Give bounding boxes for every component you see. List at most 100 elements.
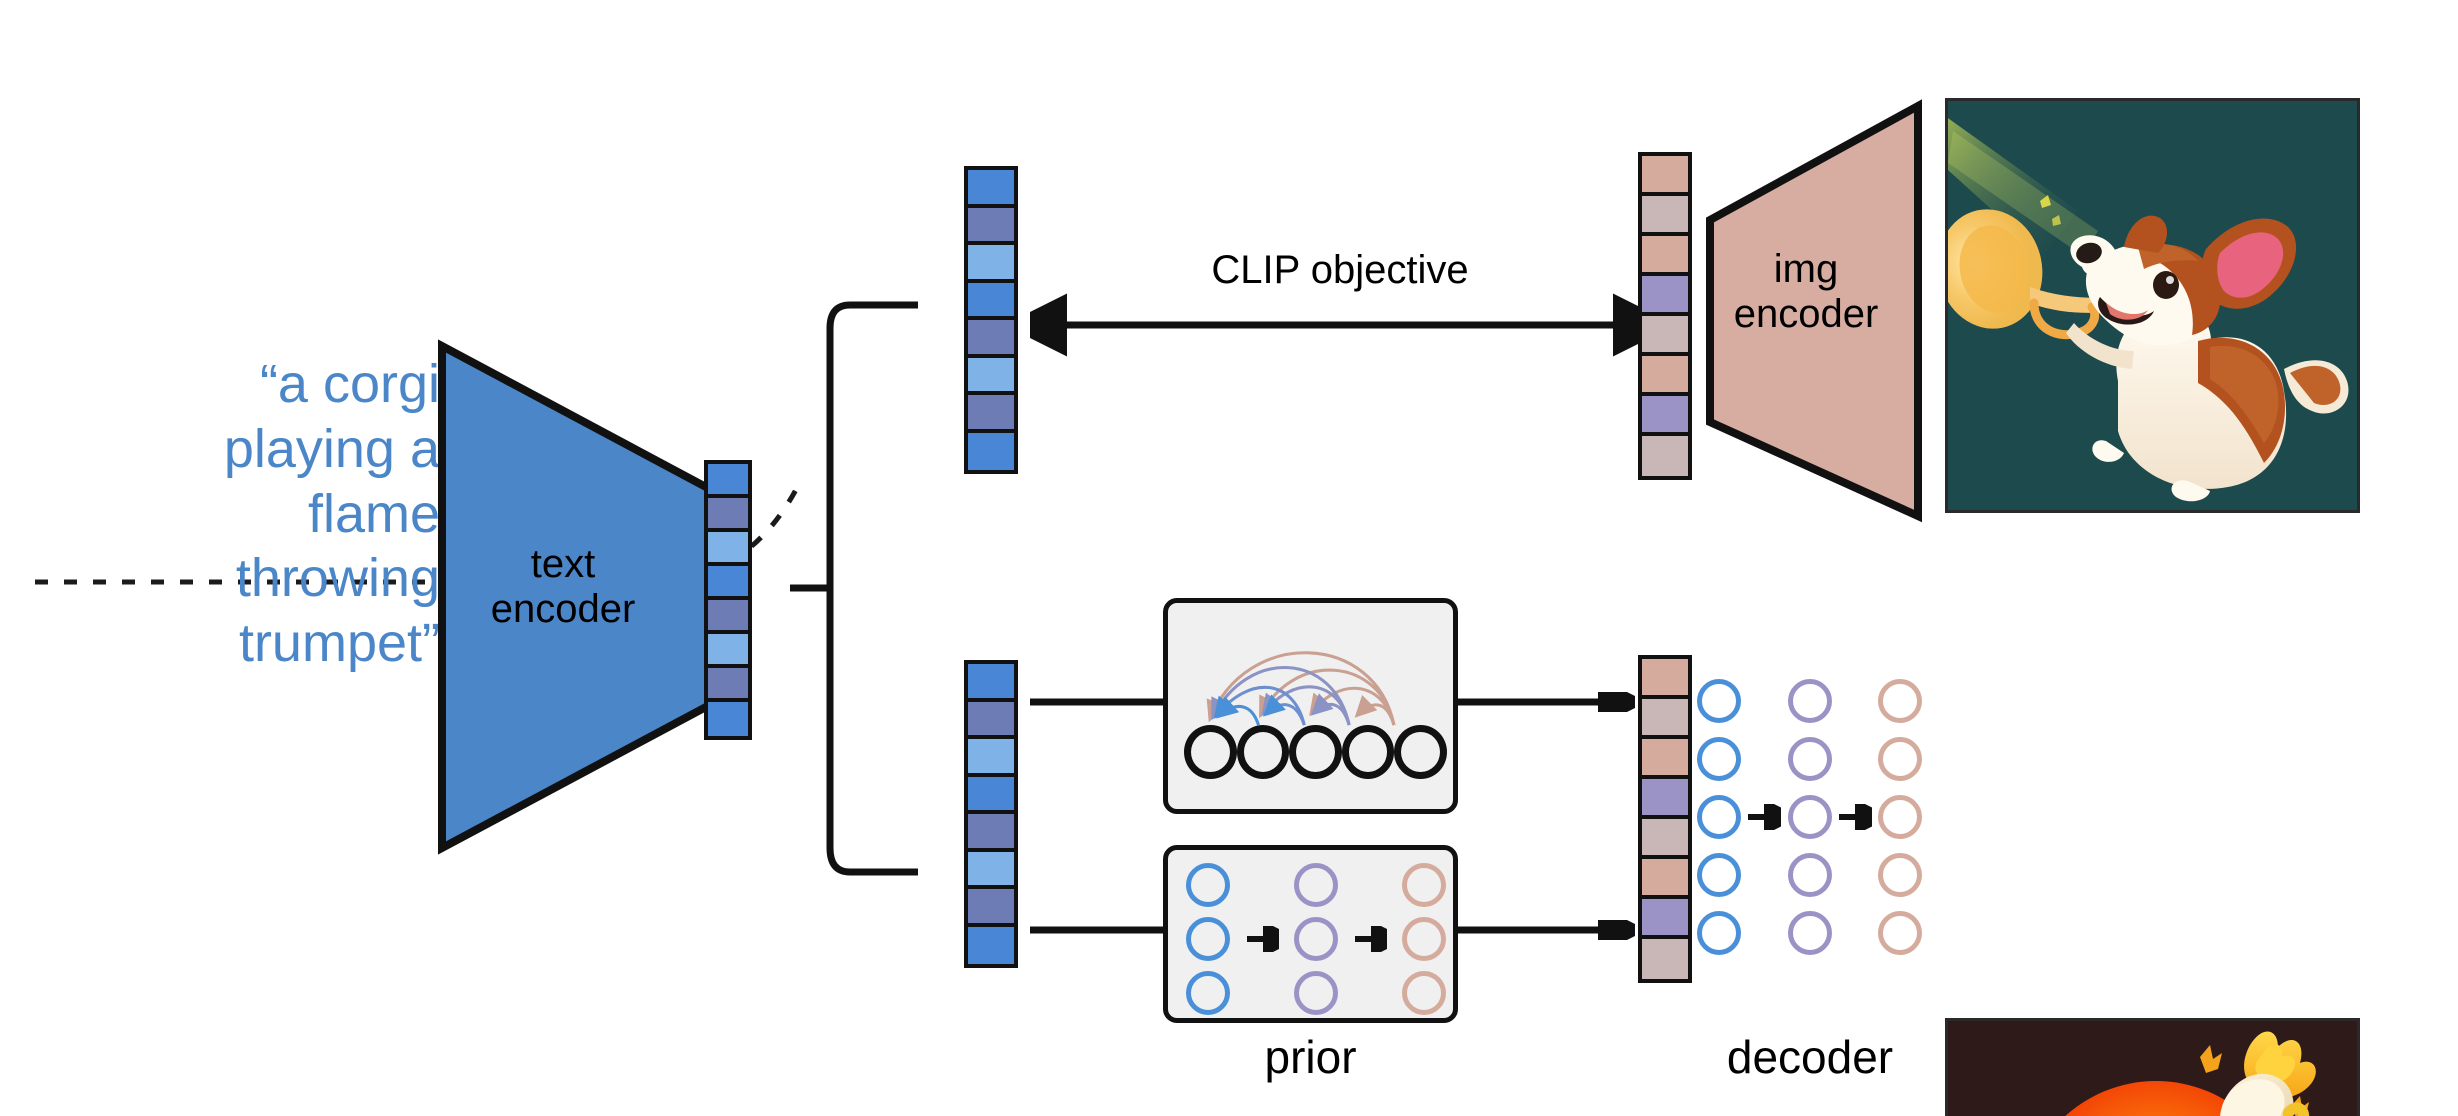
diagram-canvas: “a corgi playing a flame throwing trumpe… xyxy=(0,0,2458,1116)
decoder-caption: decoder xyxy=(1726,1031,1894,1083)
text-encoder-shape xyxy=(438,339,738,855)
diffusion-node xyxy=(1186,917,1230,961)
embed-cell xyxy=(708,464,748,498)
embed-cell xyxy=(968,320,1014,358)
diffusion-prior-box xyxy=(1163,845,1458,1023)
decoder-node xyxy=(1787,853,1832,897)
decoder-arrow-2 xyxy=(1838,804,1872,830)
embed-cell xyxy=(1642,196,1688,236)
diffusion-prior-column-3 xyxy=(1402,863,1446,1015)
ar-node xyxy=(1236,725,1290,779)
prior-diff-output-arrow xyxy=(1455,920,1635,940)
prompt-text: “a corgi playing a flame throwing trumpe… xyxy=(223,354,440,674)
embed-cell xyxy=(1642,356,1688,396)
decoder-node xyxy=(1878,679,1922,723)
embed-cell xyxy=(1642,859,1688,899)
embed-cell xyxy=(968,701,1014,739)
decoder-node xyxy=(1787,737,1832,781)
ar-node xyxy=(1184,725,1237,779)
ar-node xyxy=(1394,725,1447,779)
clip-image-embedding-column xyxy=(1638,152,1692,480)
embed-cell xyxy=(1642,779,1688,819)
decoder-node xyxy=(1878,853,1922,897)
embed-cell xyxy=(1642,316,1688,356)
embed-cell xyxy=(708,498,748,532)
embed-cell xyxy=(708,668,748,702)
diffusion-node xyxy=(1402,863,1446,907)
generated-image xyxy=(1945,1018,2360,1116)
clip-text-embedding-column xyxy=(964,166,1018,474)
embed-cell xyxy=(1642,276,1688,316)
decoder-node xyxy=(1878,911,1922,955)
embed-cell xyxy=(968,664,1014,702)
decoder-node xyxy=(1697,795,1741,839)
decoder-column-2 xyxy=(1787,679,1832,955)
embed-cell xyxy=(968,207,1014,245)
clip-training-image-art xyxy=(1948,101,2357,510)
diffusion-node xyxy=(1186,971,1230,1015)
decoder-arrow-1 xyxy=(1748,804,1782,830)
embed-cell xyxy=(1642,236,1688,276)
diffusion-prior-grid xyxy=(1186,863,1446,1015)
decoder-node xyxy=(1697,911,1741,955)
embed-cell xyxy=(968,432,1014,470)
embed-cell xyxy=(1642,659,1688,699)
diffusion-node xyxy=(1402,917,1446,961)
embed-cell xyxy=(1642,396,1688,436)
clip-objective-label: CLIP objective xyxy=(1211,248,1469,292)
autoregressive-prior-box xyxy=(1163,598,1458,814)
decoder-input-embedding-column xyxy=(1638,655,1692,983)
embed-cell xyxy=(968,395,1014,433)
decoder-column-1 xyxy=(1697,679,1741,955)
embed-cell xyxy=(968,245,1014,283)
diffusion-prior-column-1 xyxy=(1186,863,1230,1015)
diffusion-prior-column-2 xyxy=(1294,863,1338,1015)
diffusion-node xyxy=(1294,863,1338,907)
embed-cell xyxy=(968,814,1014,852)
embed-cell xyxy=(968,739,1014,777)
prior-ar-output-arrow xyxy=(1455,692,1635,712)
decoder-node xyxy=(1787,911,1832,955)
embed-cell xyxy=(968,776,1014,814)
embed-cell xyxy=(708,634,748,668)
clip-objective-arrow xyxy=(1030,293,1650,357)
embed-cell xyxy=(968,170,1014,208)
decoder-node xyxy=(1878,737,1922,781)
decoder-node xyxy=(1787,679,1832,723)
embed-cell xyxy=(1642,699,1688,739)
diffusion-arrow-1 xyxy=(1247,926,1279,952)
decoder-node xyxy=(1787,795,1832,839)
embed-cell xyxy=(708,702,748,736)
decoder-node xyxy=(1697,737,1741,781)
prior-caption: prior xyxy=(1264,1031,1357,1083)
diffusion-node xyxy=(1186,863,1230,907)
decoder-column-3 xyxy=(1878,679,1922,955)
diffusion-node xyxy=(1294,917,1338,961)
embed-cell xyxy=(708,566,748,600)
embed-cell xyxy=(708,600,748,634)
embed-cell xyxy=(1642,939,1688,979)
prior-diff-input-line xyxy=(1030,926,1170,934)
ar-prior-nodes xyxy=(1184,725,1447,787)
generated-image-art xyxy=(1948,1021,2357,1116)
clip-training-image xyxy=(1945,98,2360,513)
diffusion-node xyxy=(1294,971,1338,1015)
decoder-node xyxy=(1697,853,1741,897)
embed-cell xyxy=(968,282,1014,320)
embed-cell xyxy=(708,532,748,566)
diffusion-node xyxy=(1402,971,1446,1015)
embed-cell xyxy=(968,851,1014,889)
diffusion-arrow-2 xyxy=(1355,926,1387,952)
img-encoder-shape xyxy=(1706,99,1922,523)
prior-ar-input-line xyxy=(1030,698,1170,706)
decoder-node xyxy=(1878,795,1922,839)
ar-node xyxy=(1289,725,1342,779)
text-embedding-column xyxy=(704,460,752,740)
decoder-node xyxy=(1697,679,1741,723)
embed-cell xyxy=(1642,436,1688,476)
embed-cell xyxy=(1642,739,1688,779)
prior-input-embedding-column xyxy=(964,660,1018,968)
embed-cell xyxy=(1642,899,1688,939)
embed-cell xyxy=(1642,156,1688,196)
embed-cell xyxy=(968,889,1014,927)
